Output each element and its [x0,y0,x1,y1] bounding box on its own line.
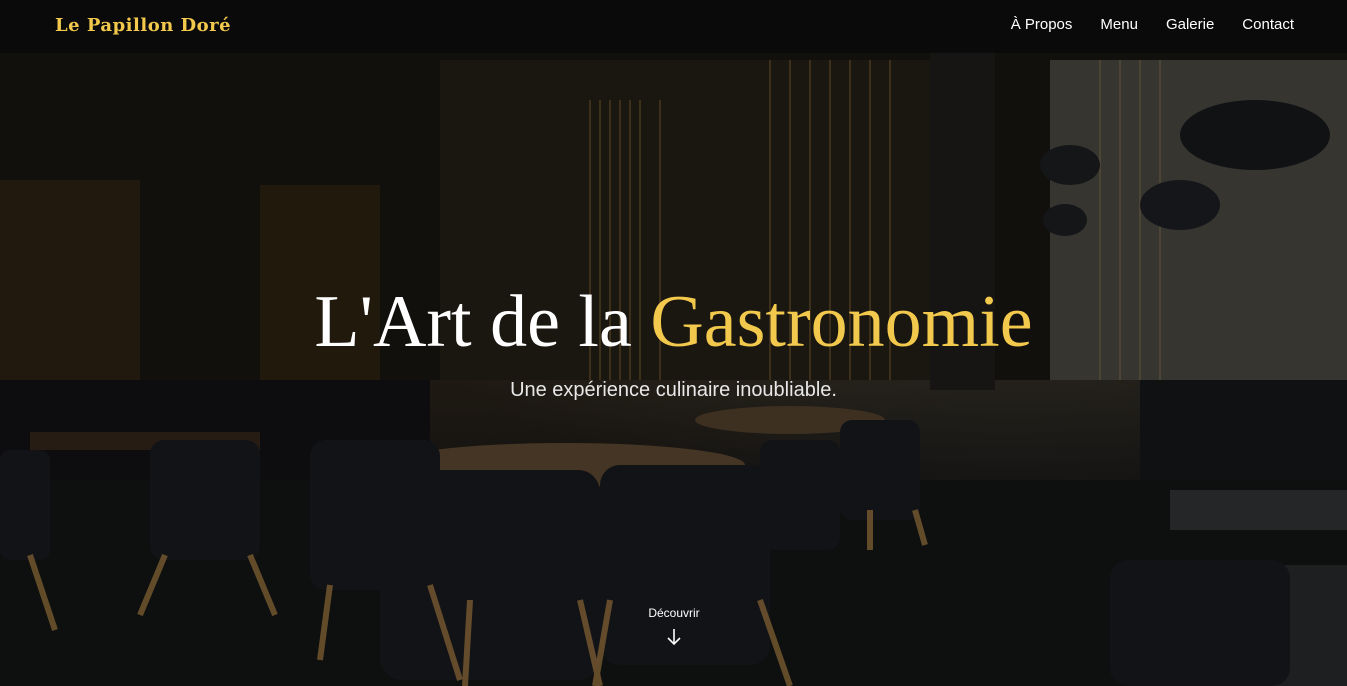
nav-link-a-propos[interactable]: À Propos [1011,16,1073,33]
arrow-down-icon [667,629,681,646]
nav-link-contact[interactable]: Contact [1242,16,1294,33]
brand-logo[interactable]: Le Papillon Doré [55,15,231,36]
hero-title: L'Art de la Gastronomie [0,277,1347,367]
hero-title-text: L'Art de la [314,281,651,363]
discover-label: Découvrir [648,606,700,620]
discover-link[interactable]: Découvrir [624,606,724,646]
navbar: Le Papillon Doré À Propos Menu Galerie C… [0,0,1347,53]
nav-link-galerie[interactable]: Galerie [1166,16,1214,33]
hero-subtitle: Une expérience culinaire inoubliable. [510,379,837,401]
nav-link-menu[interactable]: Menu [1100,16,1138,33]
hero-title-accent: Gastronomie [650,281,1033,363]
nav-links: À Propos Menu Galerie Contact [1011,16,1294,33]
